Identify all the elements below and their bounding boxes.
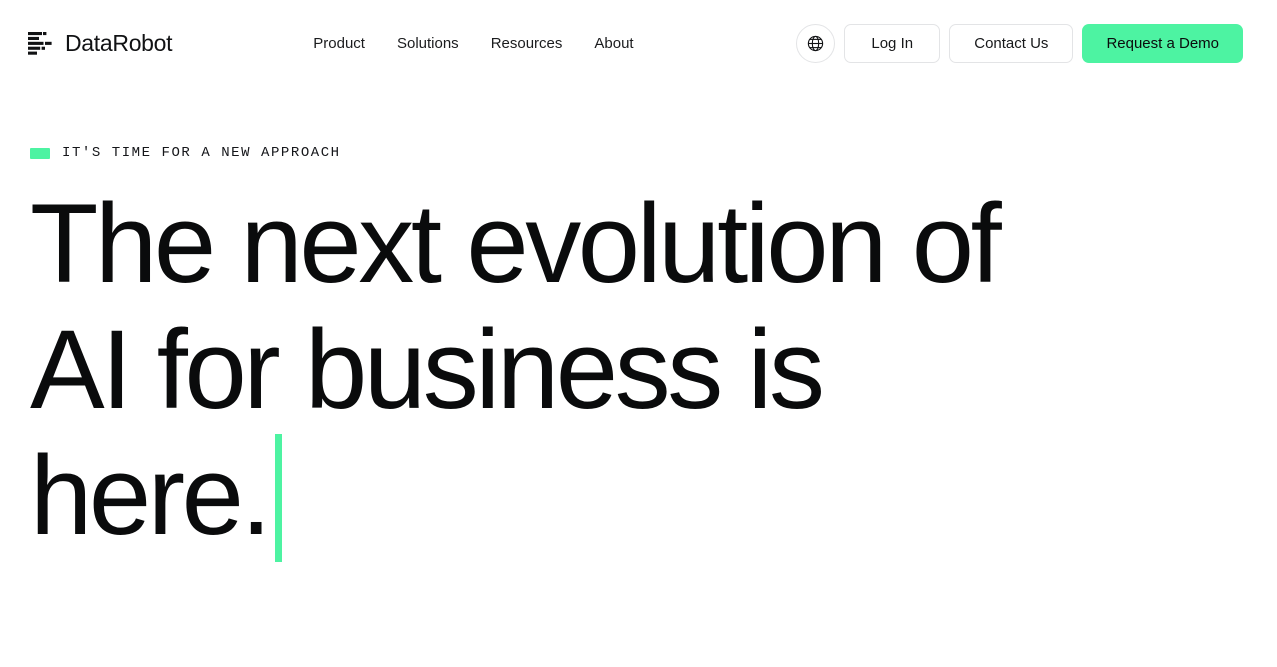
hero-section: IT'S TIME FOR A NEW APPROACH The next ev…: [0, 146, 1277, 562]
brand-name: DataRobot: [65, 29, 173, 56]
brand-logo[interactable]: DataRobot: [28, 29, 173, 56]
nav-item-solutions[interactable]: Solutions: [397, 36, 459, 51]
hero-title-line-3: here.: [30, 433, 272, 558]
accent-dash-icon: [30, 147, 50, 159]
header-actions: Log In Contact Us Request a Demo: [796, 23, 1243, 63]
typing-caret-icon: [275, 434, 283, 562]
nav-item-about[interactable]: About: [594, 36, 633, 51]
hero-eyebrow: IT'S TIME FOR A NEW APPROACH: [30, 146, 1247, 160]
hero-title-line-2: AI for business is: [30, 307, 825, 432]
page-title: The next evolution of AI for business is…: [30, 181, 1247, 562]
contact-us-button[interactable]: Contact Us: [949, 23, 1074, 63]
datarobot-bars-logo-icon: [28, 31, 54, 55]
globe-icon: [806, 34, 825, 53]
hero-title-line-1: The next evolution of: [30, 181, 1002, 306]
login-button[interactable]: Log In: [844, 23, 941, 63]
nav-item-product[interactable]: Product: [313, 36, 365, 51]
request-a-demo-button[interactable]: Request a Demo: [1082, 23, 1243, 63]
site-header: DataRobot Product Solutions Resources Ab…: [0, 0, 1277, 86]
hero-eyebrow-text: IT'S TIME FOR A NEW APPROACH: [62, 145, 341, 161]
nav-item-resources[interactable]: Resources: [491, 36, 563, 51]
main-navigation: Product Solutions Resources About: [313, 36, 633, 51]
language-selector-button[interactable]: [796, 23, 836, 63]
